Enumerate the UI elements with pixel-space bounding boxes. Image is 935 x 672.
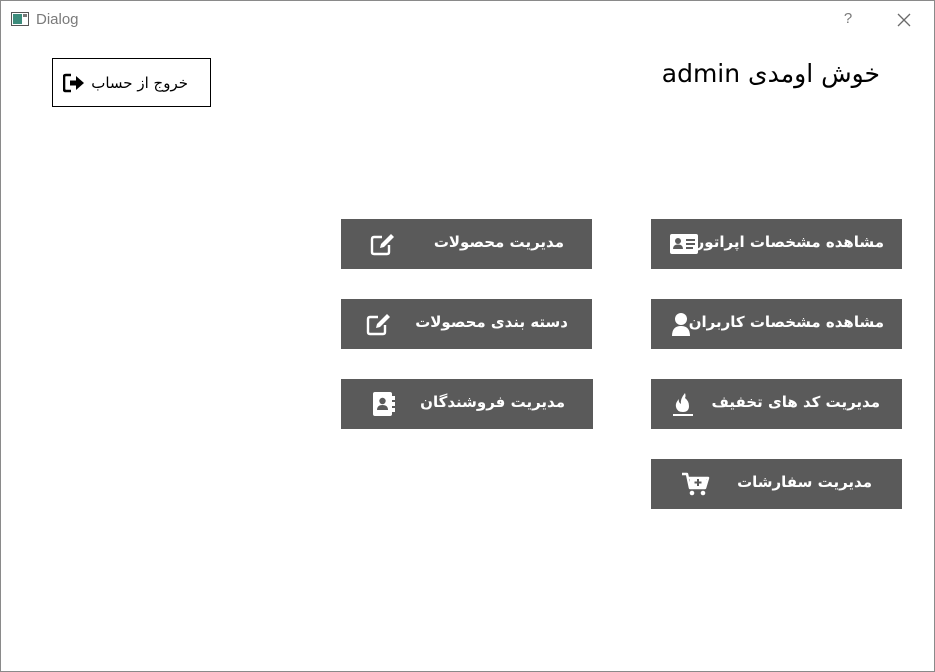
logout-button[interactable]: خروج از حساب (52, 58, 211, 107)
manage-products-button[interactable]: مدیریت محصولات (341, 219, 592, 269)
welcome-text: خوش اومدی admin (661, 59, 880, 88)
manage-products-label: مدیریت محصولات (433, 233, 564, 251)
window-title: Dialog (36, 11, 79, 28)
cart-plus-icon (682, 472, 710, 496)
manage-orders-button[interactable]: مدیریت سفارشات (651, 459, 902, 509)
view-operator-details-button[interactable]: مشاهده مشخصات اپراتور (651, 219, 902, 269)
address-book-icon (373, 392, 395, 416)
view-operator-details-label: مشاهده مشخصات اپراتور (695, 233, 884, 251)
manage-sellers-label: مدیریت فروشندگان (420, 393, 565, 411)
app-window-icon (11, 12, 29, 26)
fire-icon (673, 393, 693, 416)
manage-sellers-button[interactable]: مدیریت فروشندگان (341, 379, 593, 429)
help-button[interactable]: ? (837, 5, 859, 33)
title-bar: Dialog ? (1, 1, 934, 37)
product-categories-button[interactable]: دسته بندی محصولات (341, 299, 592, 349)
view-user-details-label: مشاهده مشخصات کاربران (688, 313, 884, 331)
close-icon[interactable] (891, 7, 917, 33)
view-user-details-button[interactable]: مشاهده مشخصات کاربران (651, 299, 902, 349)
manage-orders-label: مدیریت سفارشات (737, 473, 872, 491)
logout-label: خروج از حساب (91, 74, 188, 92)
sign-out-icon (63, 73, 84, 93)
manage-discount-codes-label: مدیریت کد های تخفیف (711, 393, 881, 411)
product-categories-label: دسته بندی محصولات (415, 313, 568, 331)
edit-icon (366, 314, 390, 336)
edit-icon (370, 234, 394, 256)
id-card-icon (670, 234, 698, 254)
dialog-window: Dialog ? خروج از حساب خوش اومدی admin مد… (0, 0, 935, 672)
manage-discount-codes-button[interactable]: مدیریت کد های تخفیف (651, 379, 902, 429)
